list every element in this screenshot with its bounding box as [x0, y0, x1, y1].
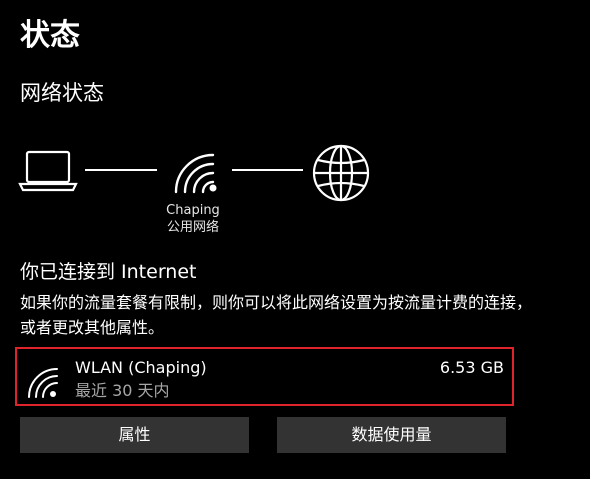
- wlan-wifi-icon: [28, 368, 58, 398]
- page-title: 状态: [20, 18, 80, 53]
- connection-status-heading: 你已连接到 Internet: [20, 261, 197, 283]
- properties-button[interactable]: 属性: [20, 417, 249, 453]
- wlan-connection-card[interactable]: WLAN (Chaping) 最近 30 天内 6.53 GB: [15, 347, 514, 406]
- data-usage-button[interactable]: 数据使用量: [277, 417, 506, 453]
- wlan-name: WLAN (Chaping): [75, 358, 207, 377]
- wlan-period: 最近 30 天内: [75, 381, 170, 400]
- laptop-icon: [18, 150, 78, 192]
- wifi-icon: [174, 153, 217, 194]
- network-diagram: Chaping 公用网络: [0, 130, 590, 240]
- connection-description: 如果你的流量套餐有限制，则你可以将此网络设置为按流量计费的连接，或者更改其他属性…: [20, 293, 533, 337]
- network-type: 公用网络: [166, 220, 219, 235]
- network-name: Chaping: [166, 203, 220, 218]
- network-status-heading: 网络状态: [20, 81, 104, 105]
- network-diagram-graphic: [18, 144, 370, 202]
- wlan-data-usage: 6.53 GB: [439, 358, 504, 377]
- globe-icon: [312, 144, 370, 202]
